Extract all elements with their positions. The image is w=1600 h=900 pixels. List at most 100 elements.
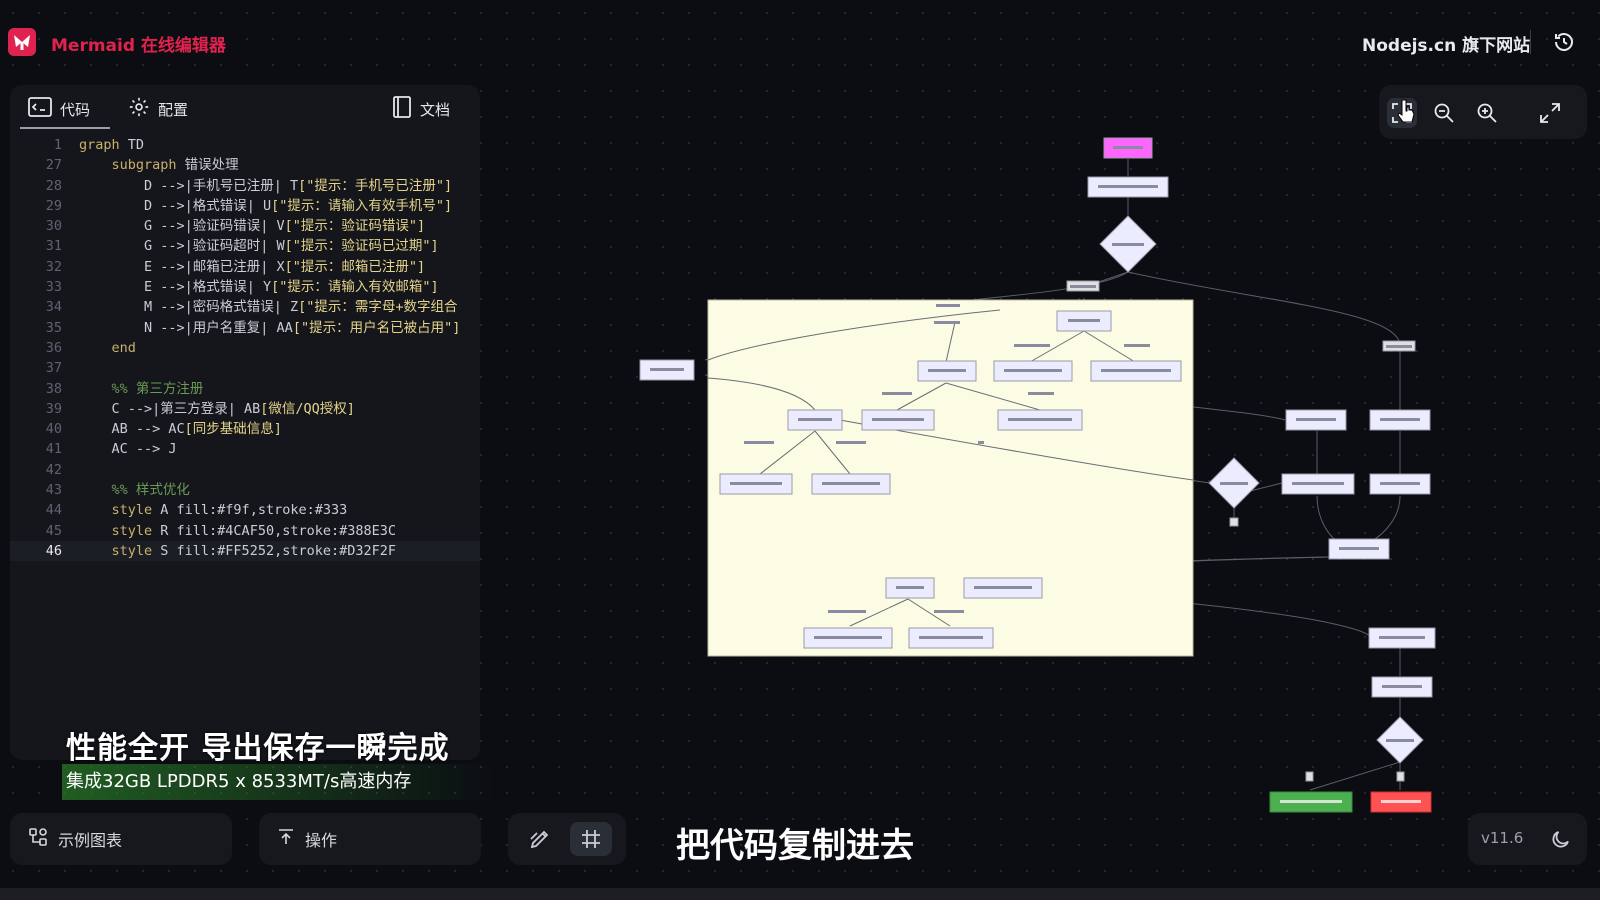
line-number: 45 (45, 522, 62, 539)
line-number: 39 (45, 400, 62, 417)
code-icon (28, 97, 52, 121)
code-text: AC --> J (79, 441, 177, 458)
code-line[interactable]: 45 style R fill:#4CAF50,stroke:#388E3C (10, 521, 480, 541)
pen-icon[interactable] (528, 827, 552, 855)
fullscreen-icon[interactable] (1535, 98, 1565, 128)
active-tab-indicator (20, 127, 110, 129)
code-text: end (111, 339, 136, 356)
actions-label: 操作 (305, 831, 338, 850)
line-number: 40 (45, 421, 62, 438)
line-number: 43 (45, 482, 62, 499)
code-text: style R fill:#4CAF50,stroke:#388E3C (111, 522, 396, 539)
line-number: 32 (45, 258, 62, 275)
code-text: G -->|验证码超时| W["提示：验证码已过期"] (79, 238, 439, 255)
bottom-strip (0, 888, 1600, 900)
zoom-in-icon[interactable] (1472, 98, 1502, 128)
line-number: 41 (45, 441, 62, 458)
code-line[interactable]: 32 E -->|邮箱已注册| X["提示：邮箱已注册"] (10, 257, 480, 277)
tab-config[interactable]: 配置 (128, 96, 188, 122)
video-caption-bottom: 把代码复制进去 (676, 826, 914, 866)
code-text: style A fill:#f9f,stroke:#333 (111, 502, 348, 519)
draw-tools (508, 813, 626, 865)
line-number: 42 (45, 461, 62, 478)
app-header: Mermaid 在线编辑器 Nodejs.cn 旗下网站 (0, 0, 1600, 84)
code-text: N -->|用户名重复| AA["提示：用户名已被占用"] (79, 319, 461, 336)
code-text: %% 第三方注册 (79, 380, 204, 397)
examples-button[interactable]: 示例图表 (10, 813, 232, 865)
line-number: 28 (45, 177, 62, 194)
code-line[interactable]: 29 D -->|格式错误| U["提示：请输入有效手机号"] (10, 196, 480, 216)
code-text: style S fill:#FF5252,stroke:#D32F2F (111, 542, 396, 559)
tab-config-label: 配置 (158, 100, 189, 119)
code-line[interactable]: 27 subgraph 错误处理 (10, 155, 480, 175)
code-line[interactable]: 43 %% 样式优化 (10, 480, 480, 500)
code-area[interactable]: 1 graph TD 27 subgraph 错误处理 28 D -->|手机号已注册… (10, 135, 480, 562)
line-number: 31 (45, 238, 62, 255)
code-line[interactable]: 42 (10, 460, 480, 480)
code-text: M -->|密码格式错误| Z["提示：需字母+数字组合 (79, 299, 458, 316)
actions-button[interactable]: 操作 (259, 813, 481, 865)
code-line[interactable]: 40 AB --> AC[同步基础信息] (10, 419, 480, 439)
tab-code-label: 代码 (60, 100, 91, 119)
code-line[interactable]: 1 graph TD (10, 135, 480, 155)
diagram-icon (28, 827, 48, 851)
mouse-cursor-icon (1397, 99, 1415, 129)
code-line[interactable]: 28 D -->|手机号已注册| T["提示：手机号已注册"] (10, 176, 480, 196)
code-text: graph TD (79, 137, 145, 153)
line-number: 33 (45, 279, 62, 296)
code-line[interactable]: 34 M -->|密码格式错误| Z["提示：需字母+数字组合 (10, 297, 480, 317)
code-line[interactable]: 44 style A fill:#f9f,stroke:#333 (10, 500, 480, 520)
code-line[interactable]: 30 G -->|验证码错误| V["提示：验证码错误"] (10, 216, 480, 236)
code-line[interactable]: 33 E -->|格式错误| Y["提示：请输入有效邮箱"] (10, 277, 480, 297)
code-line[interactable]: 37 (10, 358, 480, 378)
line-number: 30 (45, 218, 62, 235)
code-line[interactable]: 46 style S fill:#FF5252,stroke:#D32F2F (10, 540, 480, 562)
code-text: D -->|格式错误| U["提示：请输入有效手机号"] (79, 197, 453, 214)
history-icon[interactable] (1552, 30, 1576, 54)
tab-docs-label: 文档 (420, 100, 451, 119)
code-text: E -->|邮箱已注册| X["提示：邮箱已注册"] (79, 258, 426, 275)
code-text: C -->|第三方登录| AB[微信/QQ授权] (79, 400, 355, 417)
code-text: G -->|验证码错误| V["提示：验证码错误"] (79, 218, 426, 235)
code-line[interactable]: 38 %% 第三方注册 (10, 379, 480, 399)
version-panel: v11.6 (1468, 813, 1587, 865)
upload-icon (277, 828, 295, 850)
tab-code[interactable]: 代码 (28, 96, 90, 122)
code-text: %% 样式优化 (79, 482, 190, 499)
line-number: 29 (45, 197, 62, 214)
code-text: E -->|格式错误| Y["提示：请输入有效邮箱"] (79, 279, 439, 296)
code-text: subgraph 错误处理 (111, 157, 239, 174)
version-label: v11.6 (1481, 829, 1524, 847)
app-title: Mermaid 在线编辑器 (51, 36, 226, 56)
line-number: 1 (53, 137, 62, 153)
line-number: 27 (45, 157, 62, 174)
dark-mode-icon[interactable] (1550, 828, 1572, 854)
code-text: D -->|手机号已注册| T["提示：手机号已注册"] (79, 177, 453, 194)
book-icon (392, 96, 412, 122)
line-number: 36 (45, 339, 62, 356)
video-caption-title: 性能全开 导出保存一瞬完成 (66, 731, 450, 766)
tab-docs[interactable]: 文档 (392, 96, 450, 122)
mermaid-logo-icon[interactable] (8, 28, 36, 56)
code-line[interactable]: 39 C -->|第三方登录| AB[微信/QQ授权] (10, 399, 480, 419)
line-number: 34 (45, 299, 62, 316)
code-line[interactable]: 36 end (10, 338, 480, 358)
video-caption-subtitle: 集成32GB LPDDR5 x 8533MT/s高速内存 (62, 764, 494, 800)
code-editor-panel: 代码 配置 文档 1 graph TD 27 subgraph 错误处理 28 D -… (10, 85, 480, 760)
line-number: 38 (45, 380, 62, 397)
code-line[interactable]: 31 G -->|验证码超时| W["提示：验证码已过期"] (10, 236, 480, 256)
line-number: 46 (45, 542, 62, 559)
diagram-preview[interactable] (600, 130, 1440, 820)
grid-toggle-icon[interactable] (570, 822, 612, 856)
line-number: 44 (45, 502, 62, 519)
line-number: 35 (45, 319, 62, 336)
site-link[interactable]: Nodejs.cn 旗下网站 (1362, 31, 1530, 56)
line-number: 37 (45, 360, 62, 377)
editor-tabs: 代码 配置 文档 (10, 85, 480, 131)
examples-label: 示例图表 (58, 831, 123, 850)
code-text: AB --> AC[同步基础信息] (79, 421, 282, 438)
code-line[interactable]: 41 AC --> J (10, 439, 480, 459)
zoom-out-icon[interactable] (1429, 98, 1459, 128)
code-line[interactable]: 35 N -->|用户名重复| AA["提示：用户名已被占用"] (10, 318, 480, 338)
gear-icon (128, 96, 150, 122)
